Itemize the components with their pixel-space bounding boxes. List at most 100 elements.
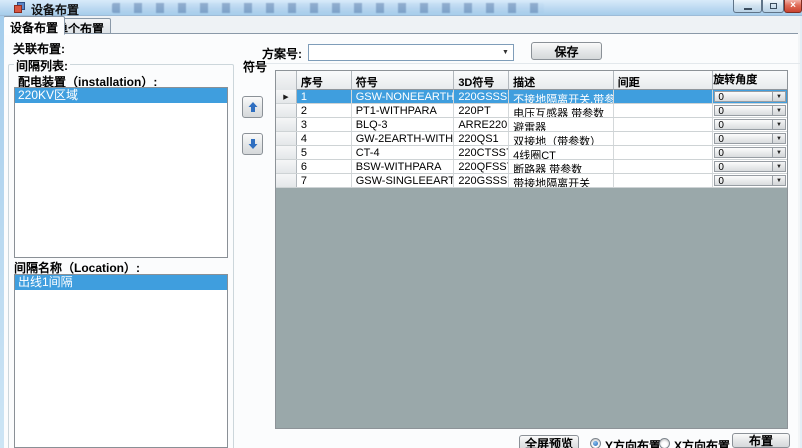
rotation-cell[interactable]: 0▼ bbox=[713, 132, 787, 145]
grid-cell[interactable]: CT-4 bbox=[352, 146, 455, 159]
column-header[interactable]: 序号 bbox=[297, 71, 352, 90]
rotation-cell[interactable]: 0▼ bbox=[713, 104, 787, 117]
rotation-cell[interactable]: 0▼ bbox=[713, 160, 787, 173]
grid-cell[interactable]: 5 bbox=[297, 146, 352, 159]
table-row[interactable]: 2PT1-WITHPARA220PT电压互感器 带参数 0▼ bbox=[276, 104, 787, 118]
column-header[interactable]: 3D符号 bbox=[454, 71, 509, 90]
grid-cell[interactable]: 电压互感器 带参数 bbox=[509, 104, 614, 117]
layout-button[interactable]: 布置 bbox=[732, 433, 790, 448]
grid-cell[interactable]: 220QFSS7 bbox=[454, 160, 509, 173]
rotation-cell[interactable]: 0▼ bbox=[713, 118, 787, 131]
radio-y-label[interactable]: Y方向布置 bbox=[605, 437, 661, 448]
grid-cell[interactable] bbox=[614, 174, 714, 187]
grid-cell[interactable]: 220QS1 bbox=[454, 132, 509, 145]
grid-cell[interactable]: PT1-WITHPARA bbox=[352, 104, 455, 117]
row-selector[interactable] bbox=[276, 160, 297, 173]
column-header[interactable]: 符号 bbox=[352, 71, 455, 90]
grid-cell[interactable]: GW-2EARTH-WITHPARA bbox=[352, 132, 455, 145]
radio-y-direction[interactable] bbox=[590, 438, 601, 448]
grid-cell[interactable] bbox=[614, 118, 714, 131]
radio-x-direction[interactable] bbox=[659, 438, 670, 448]
table-row[interactable]: 4GW-2EARTH-WITHPARA220QS1双接地（带参数） 0▼ bbox=[276, 132, 787, 146]
grid-cell[interactable]: 4 bbox=[297, 132, 352, 145]
grid-cell[interactable] bbox=[614, 104, 714, 117]
chevron-down-icon[interactable]: ▼ bbox=[772, 92, 785, 101]
scheme-number-combobox[interactable]: ▼ bbox=[308, 44, 514, 61]
table-row[interactable]: ▶1GSW-NONEEARTH-WIT...220GSSS72不接地隔离开关,带… bbox=[276, 90, 787, 104]
save-button[interactable]: 保存 bbox=[531, 42, 602, 60]
installation-listbox[interactable]: 220KV区域 bbox=[14, 87, 228, 258]
grid-cell[interactable]: 220GSSS72 bbox=[454, 90, 509, 103]
rotation-cell[interactable]: 0▼ bbox=[713, 146, 787, 159]
rotation-combobox[interactable]: 0▼ bbox=[714, 133, 786, 144]
grid-cell[interactable]: 220PT bbox=[454, 104, 509, 117]
chevron-down-icon[interactable]: ▼ bbox=[772, 106, 785, 115]
grid-cell[interactable]: BSW-WITHPARA bbox=[352, 160, 455, 173]
move-up-button[interactable] bbox=[242, 96, 263, 118]
rotation-cell[interactable]: 0▼ bbox=[713, 90, 787, 103]
interval-list-label: 间隔列表: bbox=[14, 57, 70, 74]
table-row[interactable]: 3BLQ-3ARRE220避雷器 0▼ bbox=[276, 118, 787, 132]
rotation-combobox[interactable]: 0▼ bbox=[714, 91, 786, 102]
chevron-down-icon[interactable]: ▼ bbox=[498, 49, 513, 56]
grid-cell[interactable]: 6 bbox=[297, 160, 352, 173]
list-item[interactable]: 220KV区域 bbox=[15, 88, 227, 103]
tab-device-layout[interactable]: 设备布置 bbox=[3, 16, 65, 35]
rotation-combobox[interactable]: 0▼ bbox=[714, 105, 786, 116]
column-header[interactable]: 间距 bbox=[614, 71, 714, 90]
grid-cell[interactable]: BLQ-3 bbox=[352, 118, 455, 131]
grid-cell[interactable]: 带接地隔离开关 bbox=[509, 174, 614, 187]
move-down-button[interactable] bbox=[242, 133, 263, 155]
rotation-combobox[interactable]: 0▼ bbox=[714, 175, 786, 186]
row-selector[interactable] bbox=[276, 104, 297, 117]
row-selector[interactable] bbox=[276, 146, 297, 159]
grid-cell[interactable]: 双接地（带参数） bbox=[509, 132, 614, 145]
grid-cell[interactable]: 不接地隔离开关,带参数 bbox=[509, 90, 614, 103]
grid-cell[interactable]: 1 bbox=[297, 90, 352, 103]
rotation-value: 0 bbox=[715, 176, 772, 185]
chevron-down-icon[interactable]: ▼ bbox=[772, 176, 785, 185]
rotation-combobox[interactable]: 0▼ bbox=[714, 161, 786, 172]
table-row[interactable]: 6BSW-WITHPARA220QFSS7断路器 带参数 0▼ bbox=[276, 160, 787, 174]
column-header[interactable]: 描述 bbox=[509, 71, 614, 90]
rotation-combobox[interactable]: 0▼ bbox=[714, 119, 786, 130]
row-selector[interactable] bbox=[276, 118, 297, 131]
grid-cell[interactable] bbox=[614, 146, 714, 159]
fullscreen-preview-button[interactable]: 全屏预览 bbox=[519, 435, 579, 448]
table-row[interactable]: 7GSW-SINGLEEARTH220GSSS73带接地隔离开关 0▼ bbox=[276, 174, 787, 188]
row-selector[interactable] bbox=[276, 174, 297, 187]
chevron-down-icon[interactable]: ▼ bbox=[772, 134, 785, 143]
rotation-combobox[interactable]: 0▼ bbox=[714, 147, 786, 158]
radio-x-label[interactable]: X方向布置 bbox=[674, 437, 730, 448]
grid-cell[interactable]: GSW-SINGLEEARTH bbox=[352, 174, 455, 187]
grid-cell[interactable]: 7 bbox=[297, 174, 352, 187]
column-header[interactable]: 旋转角度 bbox=[713, 71, 787, 90]
chevron-down-icon[interactable]: ▼ bbox=[772, 162, 785, 171]
rotation-cell[interactable]: 0▼ bbox=[713, 174, 787, 187]
grid-cell[interactable]: 220GSSS73 bbox=[454, 174, 509, 187]
chevron-down-icon[interactable]: ▼ bbox=[772, 148, 785, 157]
grid-cell[interactable] bbox=[614, 90, 714, 103]
table-row[interactable]: 5CT-4220CTSS74线圈CT 0▼ bbox=[276, 146, 787, 160]
maximize-button[interactable] bbox=[762, 0, 784, 13]
close-button[interactable]: × bbox=[784, 0, 802, 13]
chevron-down-icon[interactable]: ▼ bbox=[772, 120, 785, 129]
location-listbox[interactable]: 出线1间隔 bbox=[14, 274, 228, 448]
grid-cell[interactable]: 断路器 带参数 bbox=[509, 160, 614, 173]
grid-cell[interactable]: 4线圈CT bbox=[509, 146, 614, 159]
grid-cell[interactable]: 220CTSS7 bbox=[454, 146, 509, 159]
arrow-up-icon bbox=[247, 101, 259, 113]
grid-cell[interactable]: 避雷器 bbox=[509, 118, 614, 131]
list-item[interactable]: 出线1间隔 bbox=[15, 275, 227, 290]
current-row-icon[interactable]: ▶ bbox=[276, 90, 297, 103]
grid-cell[interactable]: ARRE220 bbox=[454, 118, 509, 131]
grid-cell[interactable] bbox=[614, 132, 714, 145]
minimize-button[interactable] bbox=[733, 0, 762, 13]
symbol-datagrid[interactable]: 序号符号3D符号描述间距旋转角度 ▶1GSW-NONEEARTH-WIT...2… bbox=[275, 70, 788, 429]
grid-cell[interactable]: 3 bbox=[297, 118, 352, 131]
row-selector-header[interactable] bbox=[276, 71, 297, 90]
row-selector[interactable] bbox=[276, 132, 297, 145]
grid-cell[interactable]: 2 bbox=[297, 104, 352, 117]
grid-cell[interactable]: GSW-NONEEARTH-WIT... bbox=[352, 90, 455, 103]
grid-cell[interactable] bbox=[614, 160, 714, 173]
